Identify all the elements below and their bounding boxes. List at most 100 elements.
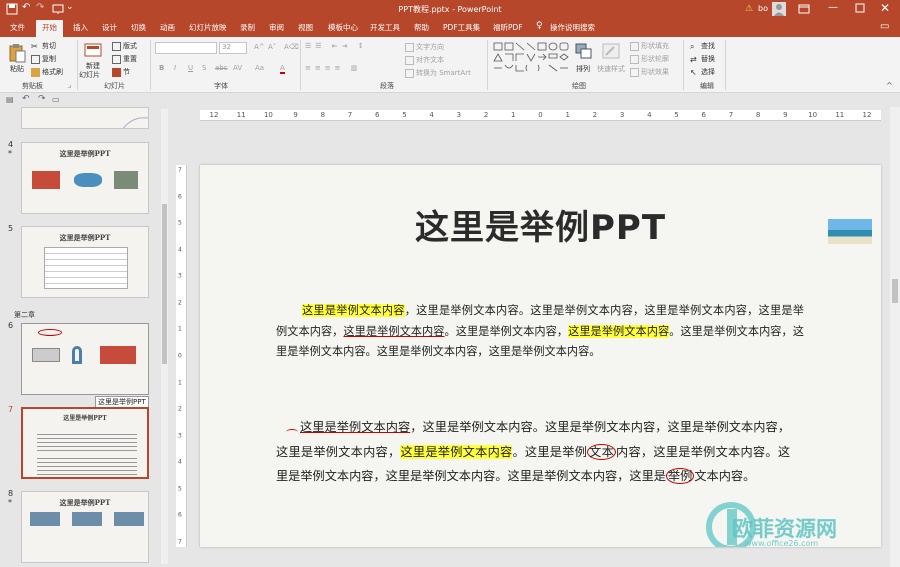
redo-icon[interactable]: ↷ [38,94,46,104]
bold-button[interactable]: B [159,64,164,72]
clipboard-launcher-icon[interactable]: ⌟ [68,81,71,89]
font-size-box[interactable]: 32 [219,42,247,54]
smartart-button[interactable]: 转换为 SmartArt [405,68,471,78]
slide-canvas[interactable]: 这里是举例PPT 这里是举例文本内容，这里是举例文本内容。这里是举例文本内容，这… [200,165,881,547]
ruler-tick-label: 4 [429,111,434,119]
close-button[interactable]: ✕ [880,1,890,15]
shadow-button[interactable]: S [202,64,206,72]
slide-thumbnail-3[interactable] [21,107,149,129]
present-icon[interactable]: ▭ [52,95,60,104]
paste-button[interactable]: 粘贴 [10,64,24,74]
collapse-ribbon-icon[interactable]: ^ [886,81,893,90]
ruler-tick-label: 4 [647,111,652,119]
user-name[interactable]: bo [758,4,768,13]
select-label: 选择 [701,68,715,76]
shape-effects-button[interactable]: 形状效果 [630,67,669,77]
quick-styles-icon[interactable] [602,43,620,61]
tab-home[interactable]: 开始 [36,20,63,37]
avatar[interactable] [772,2,786,16]
font-color-button[interactable]: A [280,64,285,74]
font-name-box[interactable] [155,42,217,54]
slide-view-icon[interactable]: ▤ [6,95,14,104]
slide-thumbnail-7-selected[interactable]: 这里是举例PPT [21,407,149,479]
font-group-label: 字体 [214,82,228,90]
ruler-tick-label: 5 [674,111,679,119]
align-buttons[interactable]: ≡≡≡≡ ▥ [305,64,361,72]
paragraph-1[interactable]: 这里是举例文本内容，这里是举例文本内容。这里是举例文本内容，这里是举例文本内容，… [276,301,804,363]
section-header[interactable]: 第二章 [14,310,35,320]
strikethrough-button[interactable]: abc [215,64,228,72]
list-buttons[interactable]: ☰☰ ⇤⇥ ↕ [305,42,368,50]
slide-title[interactable]: 这里是举例PPT [200,200,881,249]
section-button[interactable]: 节 [112,67,130,77]
text-direction-label: 文字方向 [416,43,444,51]
reset-button[interactable]: 重置 [112,54,137,64]
ribbon: 粘贴 ✂ 剪切 复制 格式刷 剪贴板 ⌟ 新建 幻灯片 版式 重置 节 幻灯片 3… [0,37,900,93]
ruler-tick-label: 0 [538,111,543,119]
text-direction-button[interactable]: 文字方向 [405,42,444,52]
tab-developer[interactable]: 开发工具 [370,22,400,33]
maximize-button[interactable] [855,3,865,15]
tab-design[interactable]: 设计 [102,22,117,33]
tab-review[interactable]: 审阅 [269,22,284,33]
layout-button[interactable]: 版式 [112,41,137,51]
ruler-tick-label: 0 [178,352,182,360]
editor-scrollbar[interactable] [890,107,900,567]
tab-template-center[interactable]: 模板中心 [328,22,358,33]
shape-fill-button[interactable]: 形状填充 [630,41,669,51]
scrollbar-thumb[interactable] [162,204,167,364]
tab-view[interactable]: 视图 [298,22,313,33]
ribbon-display-icon[interactable] [798,3,810,17]
cut-button[interactable]: ✂ 剪切 [31,41,56,51]
underline-button[interactable]: U [188,64,193,72]
select-button[interactable]: ↖ 选择 [690,67,715,77]
format-painter-button[interactable]: 格式刷 [31,67,63,77]
clear-format-icon[interactable]: A⌫ [284,43,299,51]
scrollbar-thumb[interactable] [892,279,898,303]
tab-file[interactable]: 文件 [10,22,25,33]
shrink-font-icon[interactable]: A˅ [268,43,276,51]
align-text-icon [405,55,414,65]
ruler-tick-label: 9 [783,111,788,119]
shapes-gallery[interactable] [492,41,570,79]
tab-insert[interactable]: 插入 [73,22,88,33]
copy-button[interactable]: 复制 [31,54,56,64]
slide-thumbnail-4[interactable]: 这里是举例PPT [21,142,149,214]
ruler-tick-label: 11 [236,111,246,119]
panel-scrollbar[interactable] [161,109,168,564]
paste-icon[interactable] [8,43,26,65]
tell-me-search[interactable]: 操作说明搜索 [550,22,595,33]
quick-styles-button[interactable]: 快速样式 [597,64,625,74]
tab-record[interactable]: 录制 [240,22,255,33]
arrange-button[interactable]: 排列 [576,64,590,74]
tab-animations[interactable]: 动画 [160,22,175,33]
char-spacing-button[interactable]: AV [233,64,242,72]
thumb-image [72,346,82,364]
find-button[interactable]: ⌕ 查找 [690,41,715,51]
tab-foxit-pdf[interactable]: 福昕PDF [493,22,523,33]
grow-font-icon[interactable]: A^ [254,43,265,51]
thumb-image [72,512,102,526]
beach-image[interactable] [828,219,872,244]
tab-transitions[interactable]: 切换 [131,22,146,33]
ruler-tick-label: 1 [178,325,182,333]
warning-icon[interactable]: ⚠ [745,4,753,14]
slide-thumbnail-5[interactable]: 这里是举例PPT [21,226,149,298]
tab-slideshow[interactable]: 幻灯片放映 [189,22,227,33]
align-text-button[interactable]: 对齐文本 [405,55,444,65]
arrange-icon[interactable] [575,43,593,61]
shape-outline-button[interactable]: 形状轮廓 [630,54,669,64]
italic-button[interactable]: I [174,64,176,72]
minimize-button[interactable]: — [828,2,838,13]
undo-icon[interactable]: ↶ [22,94,30,104]
tab-pdf-tools[interactable]: PDF工具集 [443,22,480,33]
slide-thumbnail-6[interactable] [21,323,149,395]
slide-thumbnail-8[interactable]: 这里是举例PPT [21,491,149,563]
replace-button[interactable]: ⇄ 替换 [690,54,715,64]
change-case-button[interactable]: Aa [255,64,264,72]
comments-icon[interactable]: ▭ [880,21,889,32]
tab-help[interactable]: 帮助 [414,22,429,33]
new-slide-icon[interactable] [84,42,102,60]
paragraph-2[interactable]: 这里是举例文本内容，这里是举例文本内容。这里是举例文本内容，这里是举例文本内容，… [276,415,790,489]
new-slide-label2[interactable]: 幻灯片 [79,70,100,80]
